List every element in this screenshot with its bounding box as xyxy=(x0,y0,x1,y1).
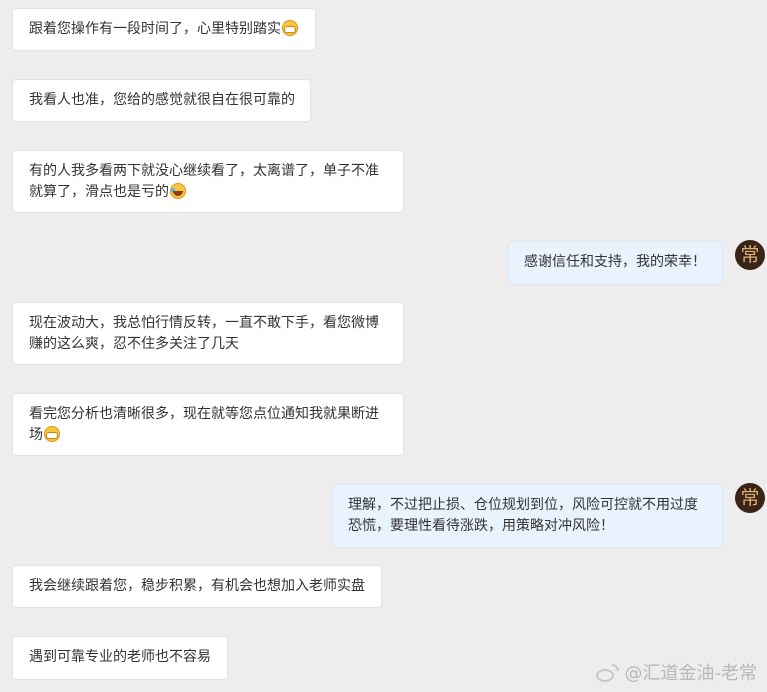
message-bubble-incoming[interactable]: 遇到可靠专业的老师也不容易 xyxy=(12,636,228,680)
message-text: 就算了，滑点也是亏的 xyxy=(29,184,169,200)
message-text: 理解，不过把止损、仓位规划到位，风险可控就不用过度 xyxy=(348,497,698,513)
message-text: 跟着您操作有一段时间了，心里特别踏实 xyxy=(29,21,281,37)
message-bubble-incoming[interactable]: 我会继续跟着您，稳步积累，有机会也想加入老师实盘 xyxy=(12,565,382,608)
weibo-icon xyxy=(595,664,619,684)
message-text: 恐慌，要理性看待涨跌，用策略对冲风险！ xyxy=(348,518,614,534)
message-text: 感谢信任和支持，我的荣幸！ xyxy=(524,254,706,270)
message-text: 有的人我多看两下就没心继续看了，太离谱了，单子不准 xyxy=(29,163,379,179)
grin-face-icon xyxy=(282,20,298,36)
message-text: 看完您分析也清晰很多，现在就等您点位通知我就果断进 xyxy=(29,406,379,422)
message-bubble-incoming[interactable]: 看完您分析也清晰很多，现在就等您点位通知我就果断进 场 xyxy=(12,393,404,456)
rolling-laugh-face-icon xyxy=(170,183,186,199)
message-bubble-incoming[interactable]: 有的人我多看两下就没心继续看了，太离谱了，单子不准 就算了，滑点也是亏的 xyxy=(12,150,404,213)
message-bubble-incoming[interactable]: 现在波动大，我总怕行情反转，一直不敢下手，看您微博 赚的这么爽，忍不住多关注了几… xyxy=(12,302,404,365)
watermark: @汇道金油-老常 xyxy=(595,662,758,686)
avatar[interactable]: 常 xyxy=(735,483,765,513)
message-text: 我会继续跟着您，稳步积累，有机会也想加入老师实盘 xyxy=(29,578,365,594)
grin-face-icon xyxy=(44,426,60,442)
avatar-glyph: 常 xyxy=(740,244,760,266)
message-text: 赚的这么爽，忍不住多关注了几天 xyxy=(29,336,239,352)
message-bubble-incoming[interactable]: 我看人也准，您给的感觉就很自在很可靠的 xyxy=(12,79,311,122)
avatar[interactable]: 常 xyxy=(735,240,765,270)
message-bubble-incoming[interactable]: 跟着您操作有一段时间了，心里特别踏实 xyxy=(12,8,316,51)
avatar-glyph: 常 xyxy=(740,487,760,509)
message-text: 我看人也准，您给的感觉就很自在很可靠的 xyxy=(29,92,295,108)
message-text: 场 xyxy=(29,427,43,443)
message-text: 遇到可靠专业的老师也不容易 xyxy=(29,649,211,665)
message-text: 现在波动大，我总怕行情反转，一直不敢下手，看您微博 xyxy=(29,315,379,331)
message-bubble-outgoing[interactable]: 感谢信任和支持，我的荣幸！ xyxy=(508,241,723,285)
watermark-text: @汇道金油-老常 xyxy=(624,663,758,684)
message-bubble-outgoing[interactable]: 理解，不过把止损、仓位规划到位，风险可控就不用过度 恐慌，要理性看待涨跌，用策略… xyxy=(332,484,723,548)
